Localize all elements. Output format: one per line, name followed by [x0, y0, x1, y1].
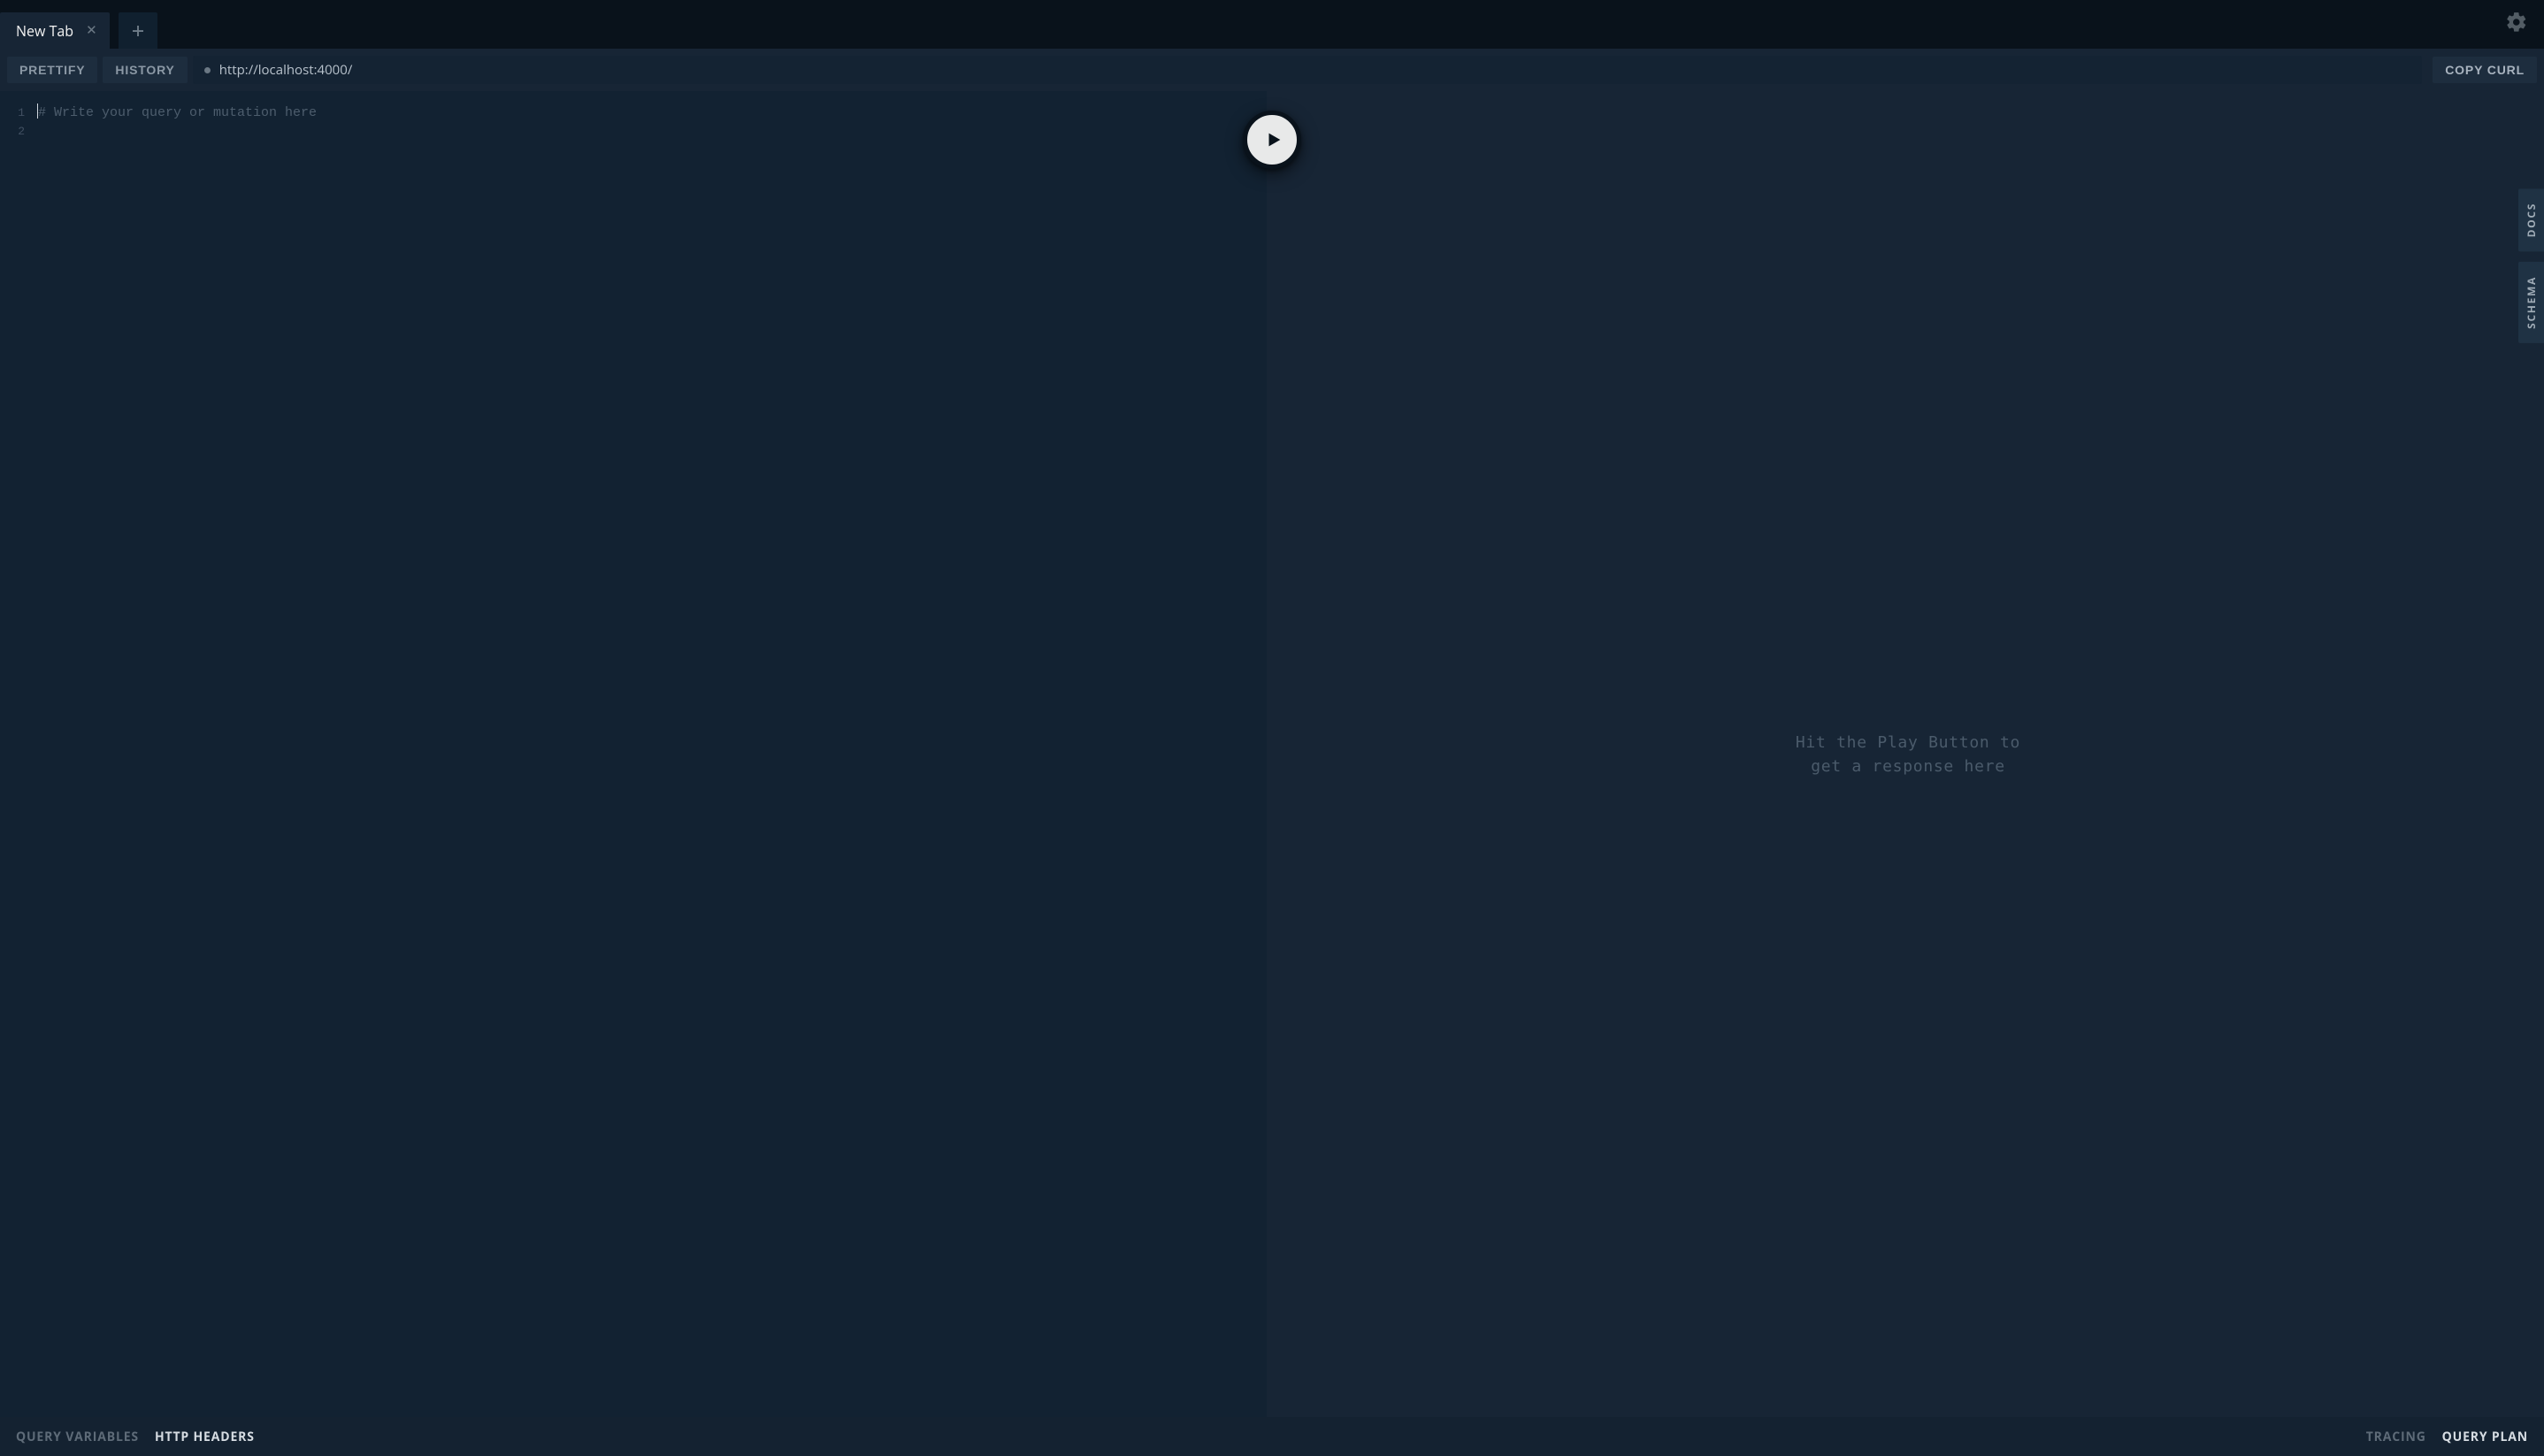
- line-number: 2: [0, 122, 25, 141]
- gear-icon: [2505, 11, 2528, 34]
- tab-query-variables[interactable]: QUERY VARIABLES: [16, 1429, 139, 1445]
- tab-active[interactable]: New Tab ✕: [0, 12, 110, 49]
- code-area[interactable]: # Write your query or mutation here: [34, 103, 1267, 1417]
- run-query-button[interactable]: [1243, 111, 1301, 169]
- query-editor[interactable]: 1 2 # Write your query or mutation here: [0, 91, 1272, 1417]
- tab-label: New Tab: [16, 21, 73, 41]
- editor-placeholder: # Write your query or mutation here: [38, 105, 317, 120]
- endpoint-field[interactable]: [193, 56, 2423, 84]
- response-placeholder: Hit the Play Button to get a response he…: [1796, 731, 2020, 778]
- close-icon[interactable]: ✕: [86, 24, 97, 37]
- status-dot-icon: [204, 67, 211, 73]
- main-area: 1 2 # Write your query or mutation here …: [0, 91, 2544, 1417]
- settings-button[interactable]: [2505, 11, 2528, 38]
- docs-tab[interactable]: DOCS: [2518, 188, 2544, 251]
- tab-http-headers[interactable]: HTTP HEADERS: [155, 1429, 255, 1445]
- tab-query-plan[interactable]: QUERY PLAN: [2442, 1429, 2528, 1445]
- endpoint-input[interactable]: [219, 61, 2411, 79]
- line-number: 1: [0, 103, 25, 122]
- side-tabs: DOCS SCHEMA: [2518, 188, 2544, 343]
- response-pane: Hit the Play Button to get a response he…: [1272, 91, 2544, 1417]
- toolbar: PRETTIFY HISTORY COPY CURL: [0, 49, 2544, 91]
- prettify-button[interactable]: PRETTIFY: [7, 57, 97, 83]
- plus-icon: [130, 23, 146, 39]
- line-gutter: 1 2: [0, 103, 34, 1417]
- tab-bar: New Tab ✕: [0, 0, 2544, 49]
- schema-tab[interactable]: SCHEMA: [2518, 262, 2544, 343]
- bottom-bar: QUERY VARIABLES HTTP HEADERS TRACING QUE…: [0, 1417, 2544, 1456]
- copy-curl-button[interactable]: COPY CURL: [2433, 57, 2537, 83]
- play-icon: [1264, 129, 1283, 150]
- tab-tracing[interactable]: TRACING: [2366, 1429, 2426, 1445]
- new-tab-button[interactable]: [119, 12, 157, 49]
- history-button[interactable]: HISTORY: [103, 57, 187, 83]
